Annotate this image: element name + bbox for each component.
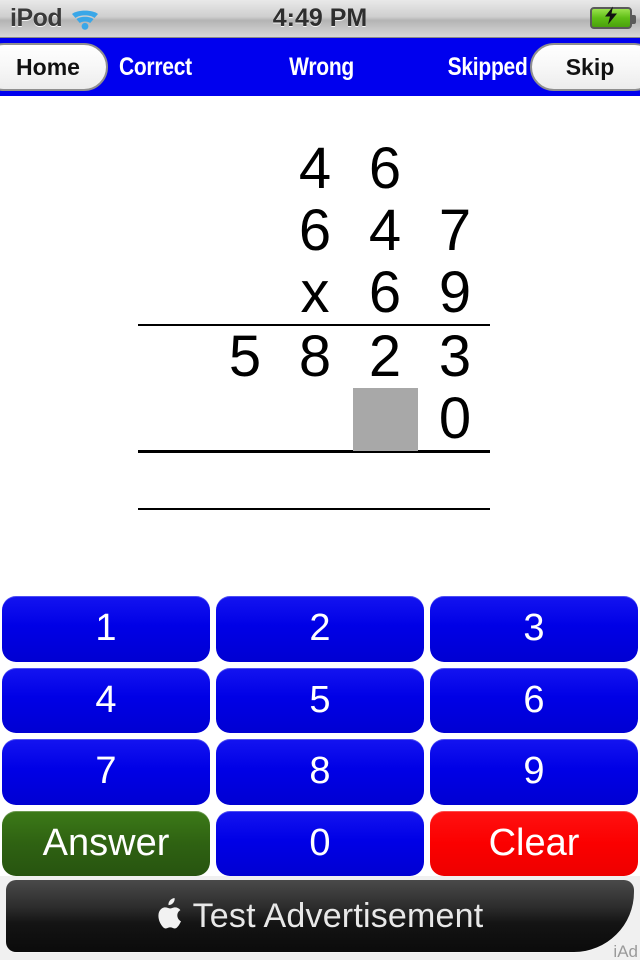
carry-cell-0[interactable]: [140, 138, 210, 200]
clear-button[interactable]: Clear: [430, 810, 638, 876]
multiplication-grid: 4 6 6 4 7 x 6 9 5 8 2 3 0: [138, 138, 490, 510]
multiplicand-cell-0: [140, 200, 210, 262]
iad-tag: iAd: [613, 942, 638, 961]
partial2-cell-0[interactable]: [140, 388, 210, 450]
multiplier-cell-1: [210, 262, 280, 324]
problem-work-area: 4 6 6 4 7 x 6 9 5 8 2 3 0: [0, 96, 640, 590]
key-2[interactable]: 2: [216, 596, 424, 662]
multiplicand-cell-3: 4: [368, 198, 402, 263]
ad-text: Test Advertisement: [192, 896, 484, 935]
partial2-cell-1[interactable]: [210, 388, 280, 450]
answer-button[interactable]: Answer: [2, 810, 210, 876]
carry-cell-4[interactable]: [420, 138, 490, 200]
key-8[interactable]: 8: [216, 739, 424, 805]
partial1-cell-2[interactable]: 8: [280, 326, 350, 388]
multiplicand-cell-2: 6: [298, 198, 332, 263]
partial2-cell-2[interactable]: [280, 388, 350, 450]
key-6[interactable]: 6: [430, 667, 638, 733]
skip-button[interactable]: Skip: [530, 43, 640, 91]
status-bar-clock: 4:49 PM: [272, 4, 368, 32]
carry-cell-3[interactable]: 6: [350, 138, 420, 200]
multiplicand-cell-4: 7: [438, 198, 472, 263]
partial-product-row-2: 0: [138, 387, 490, 451]
partial1-cell-1[interactable]: 5: [210, 326, 280, 388]
total-row-space[interactable]: [138, 453, 490, 508]
partial1-cell-3[interactable]: 2: [350, 326, 420, 388]
key-5[interactable]: 5: [216, 667, 424, 733]
multiplicand-row: 6 4 7: [138, 200, 490, 262]
active-input-cell[interactable]: [350, 387, 420, 451]
multiplier-cell-4: 9: [438, 260, 472, 325]
multiplier-cell-0: [140, 262, 210, 324]
partial1-cell-4[interactable]: 3: [420, 326, 490, 388]
partial2-cell-4[interactable]: 0: [420, 388, 490, 450]
skipped-counter: Skipped: [447, 52, 528, 81]
carry-cell-2[interactable]: 4: [280, 138, 350, 200]
multiplier-row: x 6 9: [138, 262, 490, 324]
navigation-bar: Home Correct Wrong Skipped Skip: [0, 38, 640, 96]
key-1[interactable]: 1: [2, 596, 210, 662]
rule-below-total: [138, 508, 490, 510]
ad-banner-content[interactable]: Test Advertisement: [6, 880, 634, 952]
wrong-counter: Wrong: [289, 52, 355, 81]
partial1-cell-0[interactable]: [140, 326, 210, 388]
key-0[interactable]: 0: [216, 810, 424, 876]
numeric-keypad: 1 2 3 4 5 6 7 8 9 Answer 0 Clear: [0, 596, 640, 876]
carry-cell-1[interactable]: [210, 138, 280, 200]
correct-counter: Correct: [118, 52, 192, 81]
home-button[interactable]: Home: [0, 43, 108, 91]
key-7[interactable]: 7: [2, 739, 210, 805]
skip-button-label: Skip: [565, 53, 615, 80]
home-button-label: Home: [16, 53, 80, 80]
input-cursor-highlight: [352, 387, 418, 451]
key-3[interactable]: 3: [430, 596, 638, 662]
multiplier-cell-3: 6: [368, 260, 402, 325]
partial-product-row-1: 5 8 2 3: [138, 326, 490, 388]
carry-row: 4 6: [138, 138, 490, 200]
multiplicand-cell-1: [210, 200, 280, 262]
key-9[interactable]: 9: [430, 739, 638, 805]
key-4[interactable]: 4: [2, 667, 210, 733]
battery-charging-icon: [590, 6, 636, 29]
apple-logo-icon: [157, 897, 183, 935]
multiply-operator-symbol: x: [300, 260, 330, 325]
status-bar: iPod 4:49 PM: [0, 0, 640, 38]
ad-banner[interactable]: Test Advertisement iAd: [0, 876, 640, 961]
